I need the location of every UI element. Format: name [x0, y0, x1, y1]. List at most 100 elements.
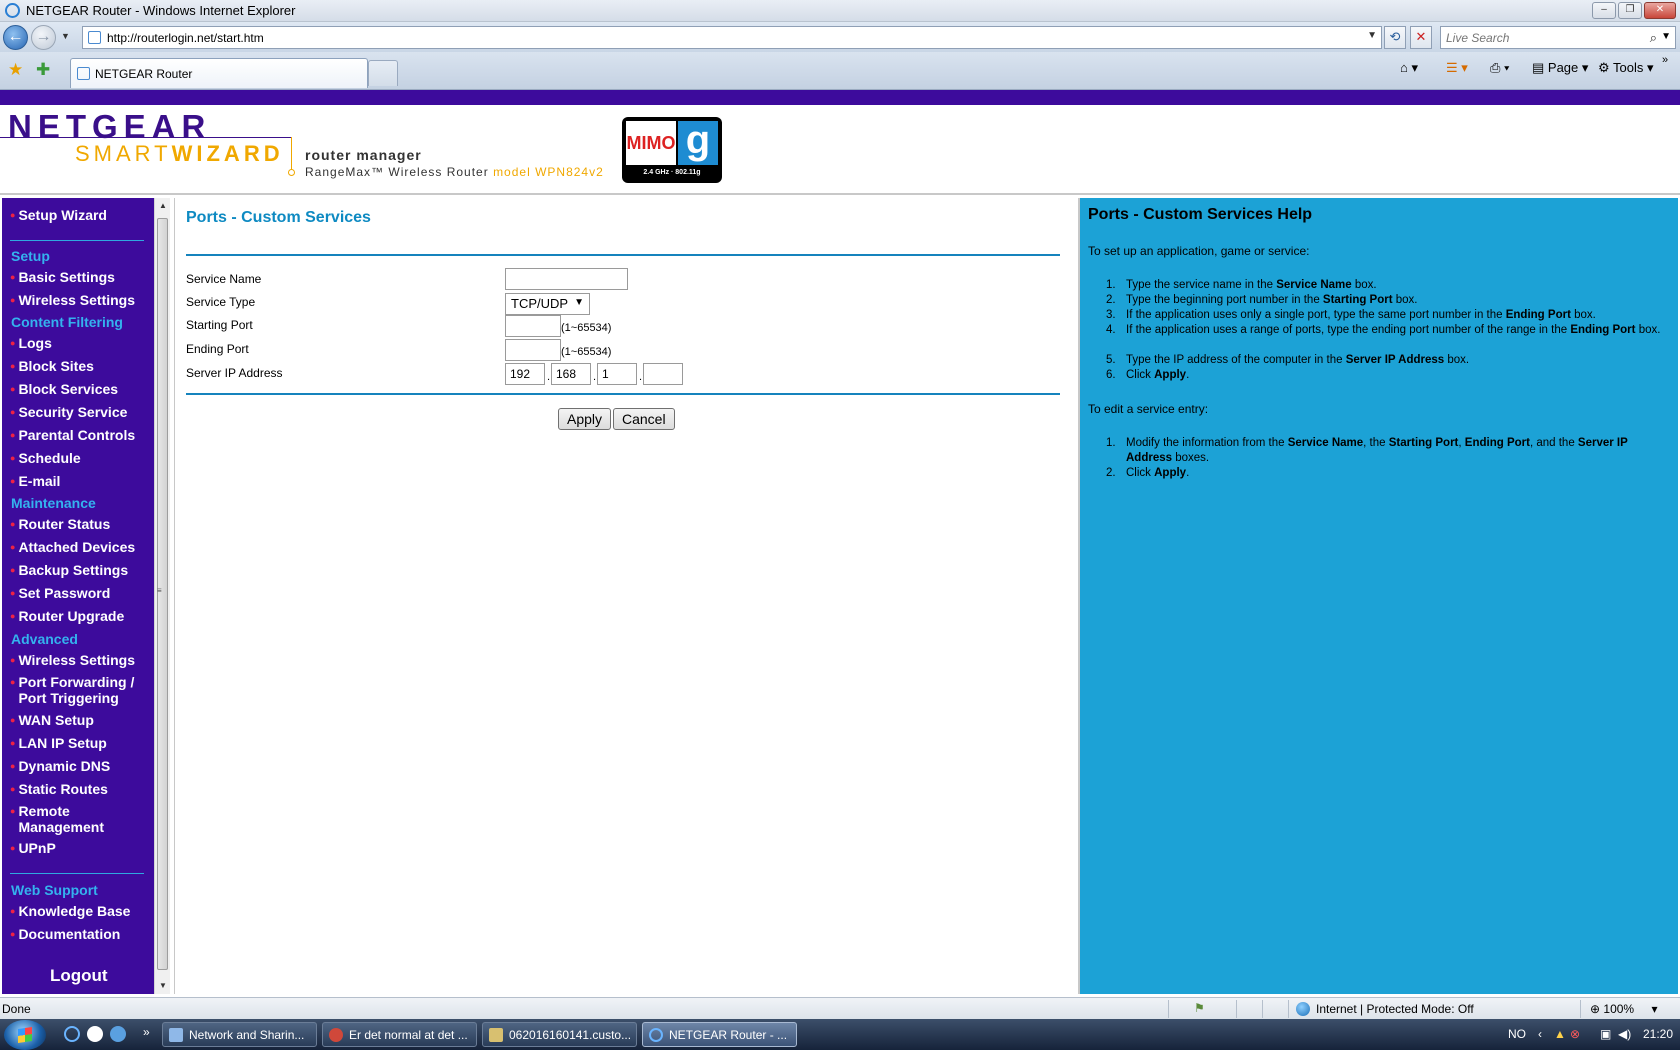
- clock[interactable]: 21:20: [1643, 1027, 1673, 1041]
- product-name: RangeMax™ Wireless Router: [305, 165, 494, 179]
- chevron-more-icon[interactable]: »: [1662, 54, 1668, 66]
- address-dropdown-icon[interactable]: ▼: [1367, 30, 1377, 41]
- notification-icon[interactable]: ▲: [1554, 1027, 1566, 1041]
- page-title: Ports - Custom Services: [186, 209, 371, 226]
- help-step: 1. Modify the information from the Servic…: [1106, 437, 1628, 464]
- logout-link[interactable]: Logout: [50, 966, 108, 986]
- taskbar-item-netgear[interactable]: NETGEAR Router - ...: [642, 1022, 797, 1047]
- sidebar-item-setup-wizard[interactable]: ● Setup Wizard: [10, 207, 107, 223]
- sidebar-item-block-sites[interactable]: ● Block Sites: [10, 358, 94, 374]
- sidebar-item-documentation[interactable]: ● Documentation: [10, 926, 120, 942]
- tools-menu-button[interactable]: ⚙ Tools ▾: [1598, 60, 1654, 76]
- page-menu-label: Page: [1547, 60, 1579, 75]
- sidebar-item-lan-ip-setup[interactable]: ● LAN IP Setup: [10, 735, 107, 751]
- search-box[interactable]: ⌕ ▼: [1440, 26, 1676, 49]
- zoom-icon: ⊕: [1590, 1002, 1604, 1016]
- sidebar-item-router-upgrade[interactable]: ● Router Upgrade: [10, 608, 124, 624]
- sidebar-item-static-routes[interactable]: ● Static Routes: [10, 781, 108, 797]
- sidebar-item-block-services[interactable]: ● Block Services: [10, 381, 118, 397]
- ending-port-range: (1~65534): [561, 346, 612, 358]
- chevron-left-icon[interactable]: ‹: [1538, 1027, 1542, 1041]
- address-url[interactable]: http://routerlogin.net/start.htm: [107, 31, 264, 45]
- favorites-star-icon[interactable]: ★: [8, 60, 23, 80]
- server-ip-octet-3[interactable]: [597, 363, 637, 385]
- sidebar-scrollbar[interactable]: ▲ ≡ ▼: [154, 198, 170, 994]
- sidebar-item-wan-setup[interactable]: ● WAN Setup: [10, 712, 94, 728]
- windows-logo-icon: [18, 1027, 32, 1043]
- zoom-level[interactable]: ⊕ 100% ▾: [1590, 1002, 1657, 1016]
- search-dropdown-icon[interactable]: ▼: [1661, 31, 1671, 42]
- language-indicator[interactable]: NO: [1508, 1027, 1526, 1041]
- ending-port-input[interactable]: [505, 339, 561, 361]
- stop-button[interactable]: ✕: [1410, 26, 1432, 49]
- sidebar-category-maintenance: Maintenance: [11, 495, 96, 511]
- new-tab-button[interactable]: [368, 60, 398, 86]
- sidebar-item-email[interactable]: ● E-mail: [10, 473, 60, 489]
- sidebar-item-attached-devices[interactable]: ● Attached Devices: [10, 539, 135, 555]
- sidebar-item-schedule[interactable]: ● Schedule: [10, 450, 81, 466]
- sidebar-item-basic-settings[interactable]: ● Basic Settings: [10, 269, 115, 285]
- forward-button[interactable]: →: [31, 25, 56, 50]
- status-divider: [1580, 1000, 1581, 1018]
- scroll-down-icon[interactable]: ▼: [156, 978, 170, 994]
- taskbar-item-browser-2[interactable]: Er det normal at det ...: [322, 1022, 477, 1047]
- start-button[interactable]: [4, 1020, 46, 1050]
- server-ip-octet-2[interactable]: [551, 363, 591, 385]
- service-type-select[interactable]: TCP/UDP ▼: [505, 293, 590, 315]
- page-menu-button[interactable]: ▤ Page ▾: [1532, 60, 1588, 76]
- taskbar-item-network[interactable]: Network and Sharin...: [162, 1022, 317, 1047]
- show-desktop-icon[interactable]: [110, 1026, 126, 1042]
- back-button[interactable]: ←: [3, 25, 28, 50]
- search-icon[interactable]: ⌕: [1650, 30, 1657, 46]
- server-ip-octet-4[interactable]: [643, 363, 683, 385]
- sidebar-divider: [10, 240, 144, 241]
- taskbar-item-file[interactable]: 062016160141.custo...: [482, 1022, 637, 1047]
- sidebar-item-dynamic-dns[interactable]: ● Dynamic DNS: [10, 758, 110, 774]
- refresh-button[interactable]: ⟲: [1384, 26, 1406, 49]
- sidebar-item-router-status[interactable]: ● Router Status: [10, 516, 110, 532]
- ie-quicklaunch-icon[interactable]: [64, 1026, 80, 1042]
- volume-icon[interactable]: ◀): [1618, 1027, 1631, 1041]
- quicklaunch-icon[interactable]: [87, 1026, 103, 1042]
- sidebar-item-wireless-settings[interactable]: ● Wireless Settings: [10, 292, 135, 308]
- apply-button[interactable]: Apply: [558, 408, 612, 430]
- server-ip-octet-1[interactable]: [505, 363, 545, 385]
- security-zone-text[interactable]: Internet | Protected Mode: Off: [1316, 1002, 1474, 1016]
- phishing-filter-icon[interactable]: ⚑: [1194, 1001, 1205, 1015]
- sidebar-item-parental-controls[interactable]: ● Parental Controls: [10, 427, 135, 443]
- sidebar-item-backup-settings[interactable]: ● Backup Settings: [10, 562, 128, 578]
- address-bar[interactable]: http://routerlogin.net/start.htm ▼: [82, 26, 1382, 49]
- sidebar-item-knowledge-base[interactable]: ● Knowledge Base: [10, 903, 130, 919]
- help-step: 2. Type the beginning port number in the …: [1106, 294, 1418, 306]
- router-manager-label: router manager: [305, 147, 422, 163]
- navigation-bar: ← → ▼ http://routerlogin.net/start.htm ▼…: [0, 22, 1680, 52]
- add-favorite-icon[interactable]: ✚: [36, 60, 50, 80]
- home-icon[interactable]: ⌂ ▾: [1400, 60, 1418, 76]
- quicklaunch-more-icon[interactable]: »: [143, 1025, 150, 1039]
- search-input[interactable]: [1446, 28, 1636, 47]
- scroll-up-icon[interactable]: ▲: [156, 198, 170, 214]
- sidebar-item-upnp[interactable]: ● UPnP: [10, 840, 56, 856]
- close-window-button[interactable]: ✕: [1644, 2, 1676, 19]
- starting-port-label: Starting Port: [186, 318, 253, 332]
- router-header: NETGEAR SMARTWIZARD router manager Range…: [0, 105, 1680, 195]
- security-alert-icon[interactable]: ⊗: [1570, 1027, 1580, 1041]
- sidebar-category-advanced: Advanced: [11, 631, 78, 647]
- service-name-input[interactable]: [505, 268, 628, 290]
- sidebar-item-set-password[interactable]: ● Set Password: [10, 585, 110, 601]
- sidebar-item-port-forwarding[interactable]: ● Port Forwarding / Port Triggering: [10, 674, 138, 706]
- zoom-value: 100%: [1603, 1002, 1635, 1016]
- feeds-icon[interactable]: ☰ ▾: [1446, 60, 1468, 76]
- sidebar-item-remote-management[interactable]: ● Remote Management: [10, 803, 138, 835]
- starting-port-input[interactable]: [505, 315, 561, 337]
- maximize-button[interactable]: ❐: [1618, 2, 1642, 19]
- sidebar-item-security-service[interactable]: ● Security Service: [10, 404, 127, 420]
- tab-netgear-router[interactable]: NETGEAR Router: [70, 58, 368, 88]
- print-icon[interactable]: ⎙ ▾: [1490, 60, 1509, 76]
- minimize-button[interactable]: –: [1592, 2, 1616, 19]
- cancel-button[interactable]: Cancel: [613, 408, 675, 430]
- sidebar-item-advanced-wireless-settings[interactable]: ● Wireless Settings: [10, 652, 135, 668]
- history-dropdown-icon[interactable]: ▼: [61, 31, 70, 41]
- network-tray-icon[interactable]: ▣: [1600, 1027, 1611, 1041]
- sidebar-item-logs[interactable]: ● Logs: [10, 335, 52, 351]
